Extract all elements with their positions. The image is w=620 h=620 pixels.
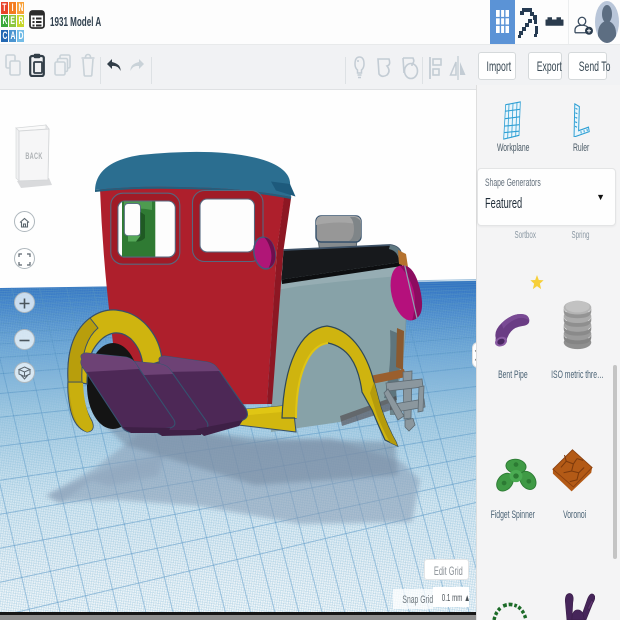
svg-text:BACK: BACK xyxy=(25,151,42,162)
